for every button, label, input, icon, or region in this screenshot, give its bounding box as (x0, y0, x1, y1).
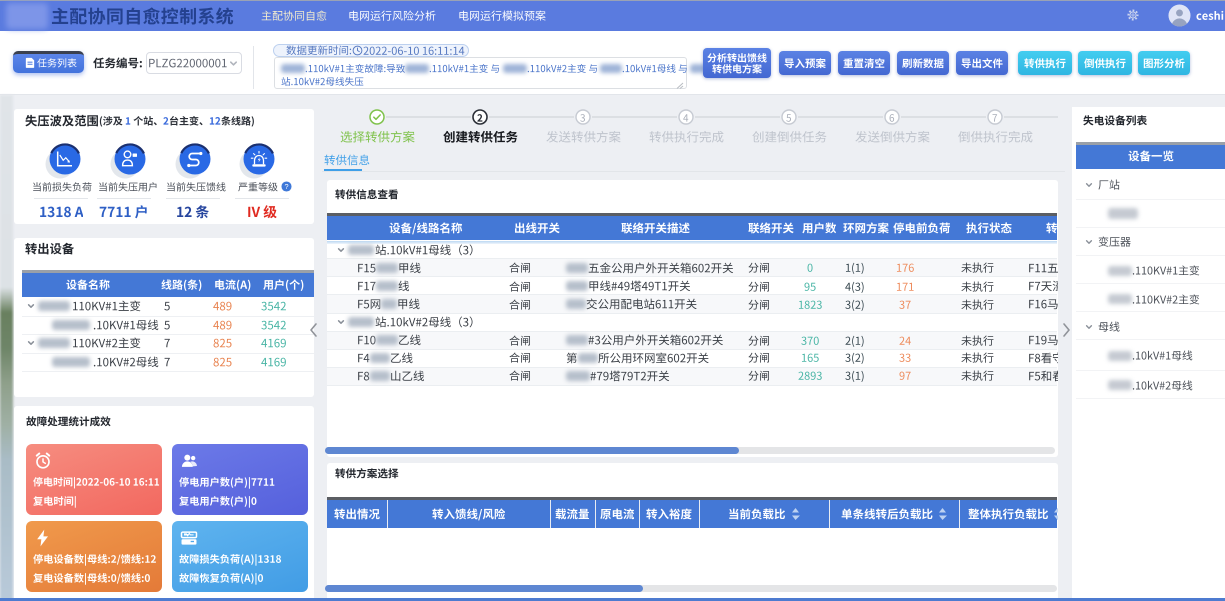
svg-text:?: ? (284, 182, 288, 191)
